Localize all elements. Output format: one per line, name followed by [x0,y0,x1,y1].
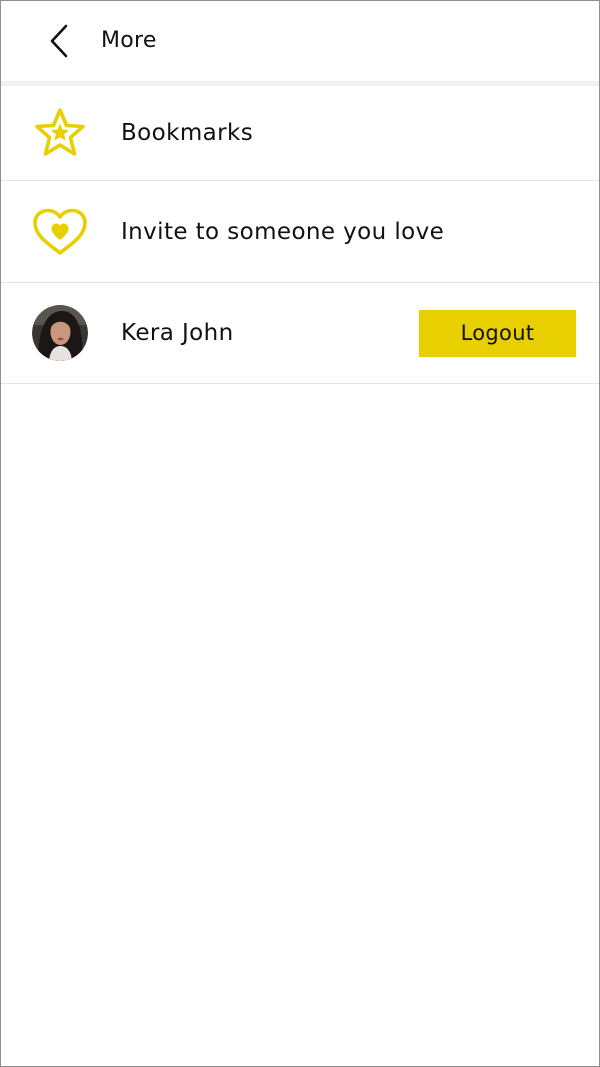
invite-label: Invite to someone you love [121,218,445,245]
user-name: Kera John [121,320,234,346]
back-button[interactable] [37,21,81,61]
bookmarks-label: Bookmarks [121,120,254,146]
heart-icon [31,203,89,261]
page-title: More [101,28,157,53]
more-screen: More Bookmarks Invite to someone you lov… [0,0,600,1067]
menu-item-invite[interactable]: Invite to someone you love [1,181,599,283]
star-icon [31,104,89,162]
avatar[interactable] [32,305,88,361]
logout-button[interactable]: Logout [419,309,576,357]
top-bar: More [1,1,599,81]
chevron-left-icon [50,24,68,58]
account-row: Kera John Logout [1,283,599,384]
menu-item-bookmarks[interactable]: Bookmarks [1,86,599,181]
menu-list: Bookmarks Invite to someone you love Ker… [1,86,599,384]
